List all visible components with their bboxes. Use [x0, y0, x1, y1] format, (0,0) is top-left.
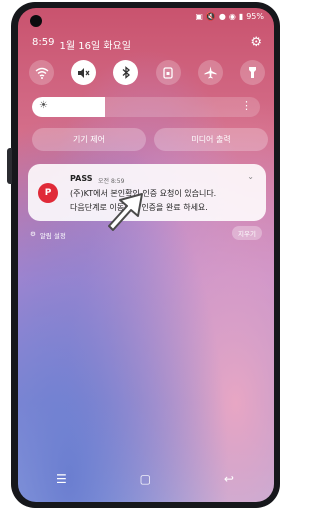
sun-icon: ☀ [39, 100, 48, 111]
notification-settings-label: 알림 설정 [39, 232, 66, 240]
notification-time: 오전 8:59 [98, 178, 125, 185]
signal-bars-icon: ▮ [238, 12, 244, 21]
side-button [7, 148, 12, 184]
bluetooth-toggle[interactable] [113, 60, 139, 85]
airplane-icon [204, 66, 217, 79]
pass-app-icon: P [38, 183, 58, 203]
volume-icon: 🔇 [205, 12, 216, 21]
rotation-lock-icon [163, 66, 173, 79]
recent-apps-icon[interactable]: ☰ [56, 472, 67, 486]
mute-icon [78, 67, 90, 78]
wifi-icon: ◉ [228, 12, 236, 21]
more-options-icon[interactable]: ⋮ [241, 99, 252, 112]
navigation-bar: ☰ ▢ ↩ [56, 472, 234, 486]
settings-gear-icon[interactable]: ⚙ [250, 36, 262, 49]
media-output-button[interactable]: 미디어 출력 [154, 128, 268, 151]
clear-button[interactable]: 지우기 [232, 226, 262, 240]
date: 1월 16일 화요일 [59, 41, 131, 52]
date-time: 8:59 1월 16일 화요일 [32, 37, 131, 52]
notification-settings-link[interactable]: ⚙ 알림 설정 [30, 230, 66, 240]
sound-toggle[interactable] [71, 60, 97, 85]
status-bar: ▣ 🔇 ● ◉ ▮ 95% [195, 12, 264, 21]
front-camera [30, 15, 42, 27]
device-control-button[interactable]: 기기 제어 [32, 128, 146, 151]
signal-icon: ▣ [195, 12, 203, 21]
bluetooth-icon [122, 66, 130, 79]
pointer-cursor-icon [108, 193, 143, 231]
flashlight-icon [248, 67, 256, 78]
controls-row: 기기 제어 미디어 출력 [32, 128, 268, 151]
gear-icon: ⚙ [30, 230, 36, 238]
home-icon[interactable]: ▢ [140, 472, 151, 486]
flashlight-toggle[interactable] [239, 60, 265, 85]
clock: 8:59 [32, 37, 55, 48]
chevron-down-icon[interactable]: ⌄ [247, 172, 254, 181]
rotation-toggle[interactable] [155, 60, 181, 85]
quick-settings-row [29, 60, 265, 85]
location-icon: ● [218, 12, 226, 21]
airplane-toggle[interactable] [197, 60, 223, 85]
battery-text: 95% [246, 12, 264, 21]
wifi-icon [35, 67, 48, 79]
wifi-toggle[interactable] [29, 60, 54, 85]
screen: ▣ 🔇 ● ◉ ▮ 95% 8:59 1월 16일 화요일 ⚙ ☀ ⋮ 기기 제… [18, 8, 274, 502]
brightness-slider[interactable]: ☀ ⋮ [32, 97, 260, 117]
back-icon[interactable]: ↩ [224, 472, 234, 486]
notification-app-name: PASS [70, 174, 93, 183]
